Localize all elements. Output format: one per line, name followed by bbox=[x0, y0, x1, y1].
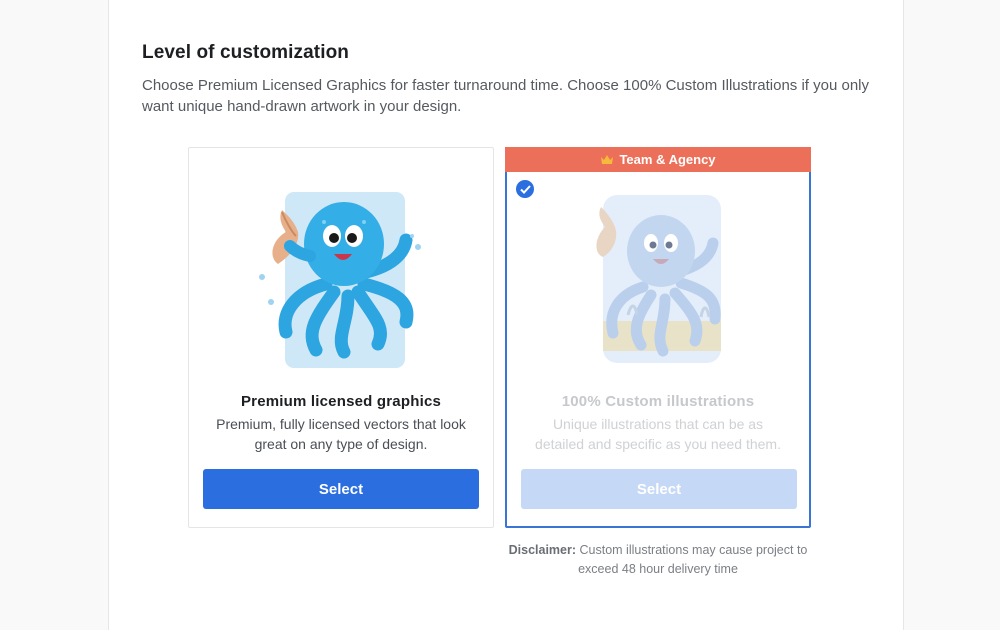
custom-octopus-icon bbox=[596, 195, 721, 363]
disclaimer-text: Custom illustrations may cause project t… bbox=[576, 543, 808, 576]
option-description: Premium, fully licensed vectors that loo… bbox=[216, 416, 466, 452]
option-card-premium[interactable]: Premium licensed graphics Premium, fully… bbox=[188, 147, 494, 528]
selected-check-icon bbox=[516, 180, 534, 198]
select-custom-button[interactable]: Select bbox=[521, 469, 797, 509]
option-title: 100% Custom illustrations bbox=[561, 393, 755, 410]
octopus-with-shell-icon bbox=[259, 192, 421, 368]
disclaimer: Disclaimer: Custom illustrations may cau… bbox=[505, 541, 811, 579]
section-title: Level of customization bbox=[142, 42, 350, 63]
plan-ribbon-label: Team & Agency bbox=[619, 152, 716, 167]
disclaimer-label: Disclaimer: bbox=[508, 543, 577, 557]
plan-ribbon: Team & Agency bbox=[505, 147, 811, 172]
option-title: Premium licensed graphics bbox=[240, 393, 442, 410]
crown-icon bbox=[601, 155, 614, 164]
option-description: Unique illustrations that can be as deta… bbox=[535, 416, 781, 452]
section-description: Choose Premium Licensed Graphics for fas… bbox=[142, 77, 870, 115]
select-premium-button[interactable]: Select bbox=[203, 469, 479, 509]
option-card-custom[interactable]: Team & Agency 100% Custom illustrations … bbox=[505, 147, 811, 528]
